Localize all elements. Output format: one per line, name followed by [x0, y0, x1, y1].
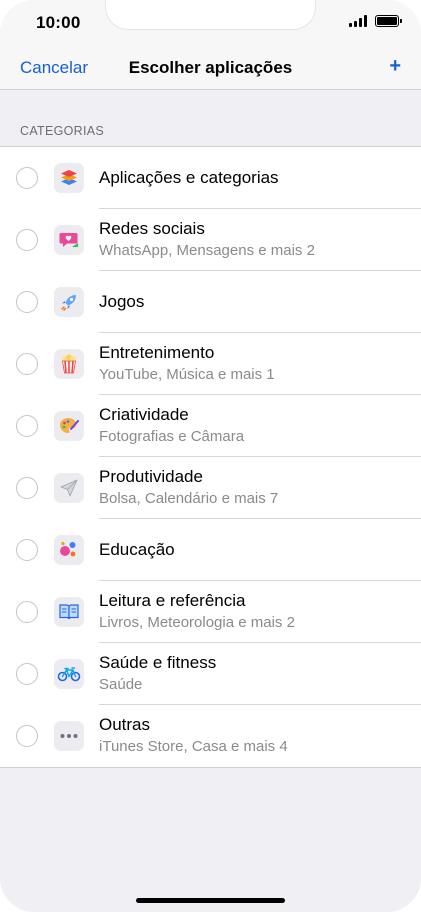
- planet-icon: [54, 535, 84, 565]
- category-label: Jogos: [99, 292, 145, 311]
- category-row-health-fitness[interactable]: Saúde e fitness Saúde: [0, 643, 421, 705]
- category-label: Criatividade: [99, 405, 189, 424]
- bicycle-icon: [54, 659, 84, 689]
- chat-heart-icon: [54, 225, 84, 255]
- category-label: Redes sociais: [99, 219, 205, 238]
- radio-unchecked[interactable]: [16, 415, 38, 437]
- radio-unchecked[interactable]: [16, 539, 38, 561]
- ellipsis-icon: [54, 721, 84, 751]
- phone-screen: 10:00 Cancelar Escolher aplicações + CAT…: [0, 0, 421, 912]
- add-button[interactable]: +: [389, 55, 401, 78]
- category-subtitle: YouTube, Música e mais 1: [99, 366, 275, 383]
- palette-icon: [54, 411, 84, 441]
- category-row-apps-and-categories[interactable]: Aplicações e categorias: [0, 147, 421, 209]
- notch: [106, 0, 315, 29]
- category-row-other[interactable]: Outras iTunes Store, Casa e mais 4: [0, 705, 421, 767]
- category-subtitle: Fotografias e Câmara: [99, 428, 245, 445]
- page-title: Escolher aplicações: [128, 58, 293, 77]
- radio-unchecked[interactable]: [16, 291, 38, 313]
- stack-icon: [54, 163, 84, 193]
- category-row-productivity[interactable]: Produtividade Bolsa, Calendário e mais 7: [0, 457, 421, 519]
- rocket-icon: [54, 287, 84, 317]
- status-time: 10:00: [36, 13, 81, 32]
- radio-unchecked[interactable]: [16, 353, 38, 375]
- radio-unchecked[interactable]: [16, 663, 38, 685]
- category-label: Leitura e referência: [99, 591, 246, 610]
- category-subtitle: Bolsa, Calendário e mais 7: [99, 490, 279, 507]
- status-bar: 10:00: [0, 0, 421, 44]
- category-row-education[interactable]: Educação: [0, 519, 421, 581]
- category-row-creativity[interactable]: Criatividade Fotografias e Câmara: [0, 395, 421, 457]
- home-indicator[interactable]: [136, 898, 285, 903]
- popcorn-icon: [54, 349, 84, 379]
- radio-unchecked[interactable]: [16, 601, 38, 623]
- category-row-reading-reference[interactable]: Leitura e referência Livros, Meteorologi…: [0, 581, 421, 643]
- category-row-games[interactable]: Jogos: [0, 271, 421, 333]
- radio-unchecked[interactable]: [16, 477, 38, 499]
- radio-unchecked[interactable]: [16, 229, 38, 251]
- category-label: Entretenimento: [99, 343, 215, 362]
- radio-unchecked[interactable]: [16, 725, 38, 747]
- battery-icon: [375, 15, 402, 27]
- category-list: Aplicações e categorias Redes sociais Wh…: [0, 146, 421, 768]
- category-subtitle: Saúde: [99, 676, 143, 693]
- paper-plane-icon: [54, 473, 84, 503]
- radio-checked[interactable]: [16, 167, 38, 189]
- category-label: Saúde e fitness: [99, 653, 217, 672]
- category-subtitle: Livros, Meteorologia e mais 2: [99, 614, 295, 631]
- category-row-social-networks[interactable]: Redes sociais WhatsApp, Mensagens e mais…: [0, 209, 421, 271]
- status-icons: [349, 15, 402, 27]
- category-label: Aplicações e categorias: [99, 168, 279, 187]
- category-label: Outras: [99, 715, 151, 734]
- book-icon: [54, 597, 84, 627]
- section-header: CATEGORIAS: [20, 124, 105, 138]
- category-subtitle: WhatsApp, Mensagens e mais 2: [99, 242, 315, 259]
- signal-icon: [349, 15, 367, 27]
- category-row-entertainment[interactable]: Entretenimento YouTube, Música e mais 1: [0, 333, 421, 395]
- category-label: Educação: [99, 540, 175, 559]
- category-subtitle: iTunes Store, Casa e mais 4: [99, 738, 288, 755]
- category-label: Produtividade: [99, 467, 203, 486]
- navigation-bar: Cancelar Escolher aplicações +: [0, 44, 421, 90]
